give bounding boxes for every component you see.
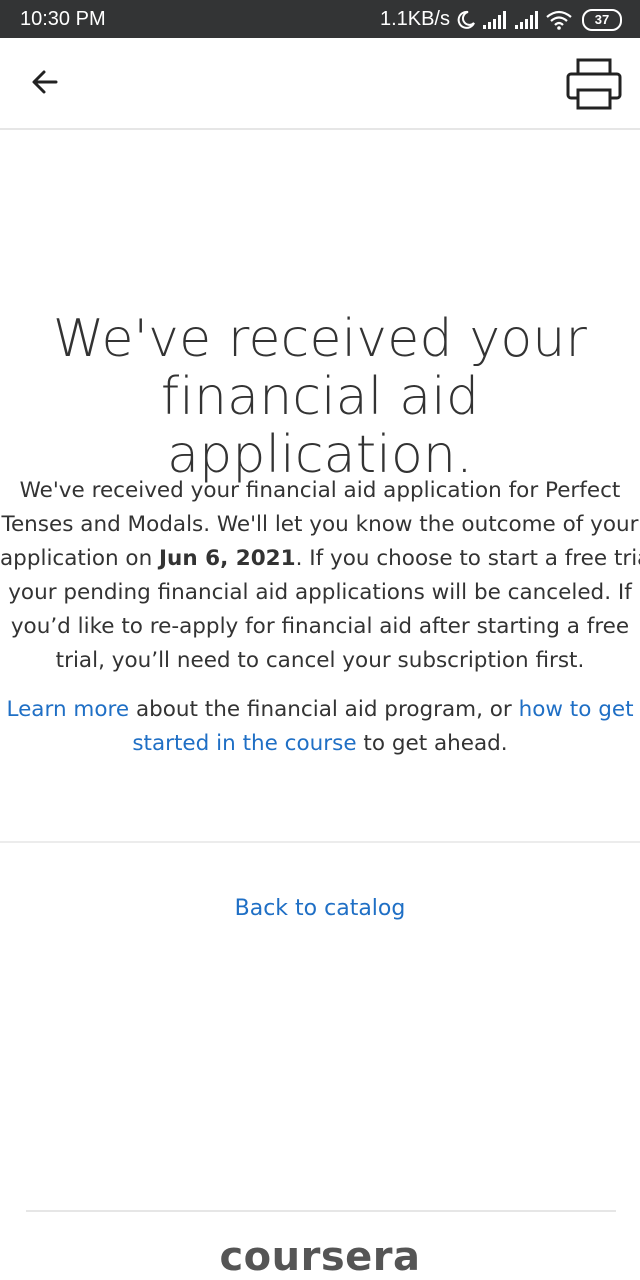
paragraph-line: Tenses and Modals. We'll let you know th… bbox=[1, 512, 639, 537]
wifi-icon bbox=[546, 10, 572, 30]
printer-icon[interactable] bbox=[564, 54, 624, 112]
moon-icon bbox=[456, 10, 476, 30]
signal-icon bbox=[482, 10, 508, 29]
back-to-catalog-link[interactable]: Back to catalog bbox=[0, 896, 640, 921]
confirmation-paragraph: We've received your financial aid applic… bbox=[0, 474, 640, 678]
how-to-get-started-link[interactable]: started in the course bbox=[132, 731, 356, 756]
paragraph-text: to get ahead. bbox=[356, 731, 508, 756]
coursera-logo: coursera bbox=[219, 1234, 421, 1280]
page-title: We've received your financial aid applic… bbox=[0, 310, 640, 484]
paragraph-text: about the financial aid program, or bbox=[129, 697, 519, 722]
divider bbox=[0, 841, 640, 843]
paragraph-line: trial, you’ll need to cancel your subscr… bbox=[55, 648, 585, 673]
battery-icon: 37 bbox=[582, 8, 622, 31]
signal-icon bbox=[514, 10, 540, 29]
arrow-left-icon[interactable] bbox=[26, 62, 66, 102]
status-bar: 10:30 PM 1.1KB/s 37 bbox=[0, 0, 640, 38]
learn-more-link[interactable]: Learn more bbox=[6, 697, 129, 722]
paragraph-text: application on bbox=[0, 546, 160, 571]
status-icons: 1.1KB/s 37 bbox=[380, 8, 622, 31]
title-line: financial aid application. bbox=[160, 367, 480, 485]
paragraph-line: started in the course to get ahead. bbox=[0, 727, 640, 761]
help-links-paragraph: Learn more about the financial aid progr… bbox=[0, 693, 640, 761]
status-time: 10:30 PM bbox=[20, 8, 106, 30]
network-speed: 1.1KB/s bbox=[379, 8, 450, 30]
paragraph-line: application on Jun 6, 2021. If you choos… bbox=[0, 542, 640, 576]
title-line: We've received your bbox=[52, 309, 588, 369]
footer-divider bbox=[26, 1210, 616, 1212]
paragraph-text: . If you choose to start a free trial, bbox=[295, 546, 640, 571]
paragraph-line: you’d like to re-apply for financial aid… bbox=[10, 614, 630, 639]
outcome-date: Jun 6, 2021 bbox=[159, 546, 296, 571]
paragraph-line: Learn more about the financial aid progr… bbox=[0, 693, 640, 727]
app-bar bbox=[0, 38, 640, 130]
paragraph-line: We've received your financial aid applic… bbox=[19, 478, 621, 503]
paragraph-line: your pending financial aid applications … bbox=[8, 580, 632, 605]
how-to-get-started-link[interactable]: how to get bbox=[519, 697, 634, 722]
